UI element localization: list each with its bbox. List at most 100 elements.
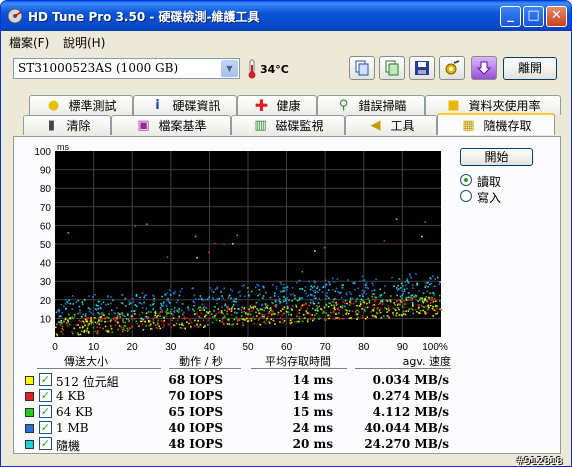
scatter-point	[407, 281, 410, 284]
scatter-point	[238, 308, 240, 310]
scatter-point	[361, 275, 364, 278]
read-radio[interactable]: 讀取	[460, 172, 540, 189]
scatter-point	[327, 297, 330, 299]
scatter-point	[170, 326, 173, 329]
scatter-point	[362, 316, 364, 319]
scatter-point	[401, 290, 404, 292]
maximize-button[interactable]: □	[523, 6, 544, 27]
scatter-point	[196, 256, 198, 259]
exit-button[interactable]: 離開	[503, 57, 557, 80]
scatter-point	[439, 300, 441, 302]
scatter-point	[202, 319, 205, 322]
series-checkbox[interactable]: ✓	[39, 437, 52, 450]
tab-random-access[interactable]: ▦ 隨機存取	[437, 113, 555, 135]
tab-folder-usage[interactable]: ■ 資料夾使用率	[425, 95, 561, 115]
write-radio[interactable]: 寫入	[460, 188, 540, 205]
scatter-point	[412, 308, 414, 311]
close-button[interactable]: ✕	[546, 6, 567, 27]
copy-text-button[interactable]	[349, 56, 375, 80]
scatter-point	[124, 297, 127, 300]
series-checkbox[interactable]: ✓	[39, 405, 52, 418]
tab-health[interactable]: ✚ 健康	[237, 95, 317, 115]
scatter-point	[361, 314, 364, 317]
scatter-point	[205, 307, 207, 309]
scatter-point	[359, 280, 361, 283]
scatter-point	[273, 292, 276, 295]
scatter-point	[405, 303, 408, 305]
scatter-point	[162, 321, 165, 323]
scatter-point	[125, 317, 128, 320]
series-checkbox[interactable]: ✓	[39, 421, 52, 434]
scatter-point	[411, 299, 414, 301]
scatter-point	[84, 315, 87, 317]
series-checkbox[interactable]: ✓	[39, 373, 52, 386]
scatter-point	[216, 297, 219, 300]
table-row: ✓ 1 MB 40 IOPS 24 ms 40.044 MB/s	[1, 420, 461, 436]
tab-tools[interactable]: ◀ 工具	[345, 115, 437, 135]
scatter-point	[371, 290, 373, 292]
drive-select[interactable]: ST31000523AS (1000 GB) ▼	[13, 58, 240, 79]
minimize-button[interactable]: _	[500, 6, 521, 27]
scatter-point	[228, 308, 231, 310]
scatter-point	[236, 323, 239, 325]
tab-erase[interactable]: ▮ 清除	[23, 115, 111, 135]
scatter-point	[233, 307, 236, 310]
scatter-point	[357, 316, 359, 319]
scatter-point	[210, 313, 213, 315]
scatter-point	[169, 294, 172, 296]
write-radio-dot[interactable]	[460, 190, 472, 202]
options-button[interactable]	[439, 56, 465, 80]
tab-disk-monitor[interactable]: ▥ 磁碟監視	[231, 115, 345, 135]
scatter-point	[290, 313, 293, 316]
scatter-point	[312, 318, 315, 320]
scatter-point	[405, 310, 407, 313]
chevron-down-icon[interactable]: ▼	[221, 60, 238, 77]
scatter-point	[265, 291, 267, 294]
scatter-point	[173, 292, 175, 295]
scatter-point	[242, 318, 245, 320]
scatter-point	[184, 327, 187, 330]
title-bar[interactable]: HD Tune Pro 3.50 - 硬碟檢測-維護工具 _ □ ✕	[1, 1, 571, 31]
scatter-point	[361, 289, 364, 292]
tab-file-benchmark[interactable]: ▣ 檔案基準	[111, 115, 231, 135]
read-radio-dot[interactable]	[460, 174, 472, 186]
scatter-point	[82, 320, 84, 323]
menu-file[interactable]: 檔案(F)	[9, 34, 49, 51]
scatter-point	[274, 298, 277, 301]
series-checkbox[interactable]: ✓	[39, 389, 52, 402]
start-button[interactable]: 開始	[460, 148, 533, 166]
y-tick-label: 80	[40, 184, 52, 195]
scatter-point	[324, 279, 327, 282]
scatter-point	[131, 318, 133, 321]
scatter-point	[431, 307, 434, 310]
tab-benchmark[interactable]: ● 標準測試	[29, 95, 133, 115]
tab-info[interactable]: i 硬碟資訊	[133, 95, 237, 115]
table-row: ✓ 512 位元組 68 IOPS 14 ms 0.034 MB/s	[1, 372, 461, 389]
scatter-point	[131, 297, 134, 300]
scatter-point	[158, 325, 161, 328]
scatter-point	[363, 279, 366, 281]
scatter-point	[94, 330, 97, 333]
scatter-point	[314, 281, 317, 284]
scatter-point	[311, 314, 313, 316]
scatter-point	[406, 287, 408, 290]
copy-screenshot-button[interactable]	[379, 56, 405, 80]
scatter-point	[314, 290, 316, 292]
scatter-point	[97, 311, 99, 314]
scatter-point	[82, 313, 84, 316]
scatter-point	[317, 309, 319, 312]
scatter-point	[61, 327, 64, 330]
scatter-point	[289, 319, 292, 321]
tab-error-scan[interactable]: ⚲ 錯誤掃瞄	[317, 95, 425, 115]
scatter-point	[351, 310, 354, 313]
scatter-point	[221, 295, 223, 297]
scatter-point	[327, 305, 330, 308]
avg-speed-value: 0.274 MB/s	[372, 389, 449, 403]
download-button[interactable]	[471, 56, 497, 80]
menu-help[interactable]: 說明(H)	[63, 34, 105, 51]
scatter-point	[334, 318, 336, 320]
scatter-point	[103, 314, 105, 316]
scatter-point	[250, 313, 252, 316]
save-button[interactable]	[409, 56, 435, 80]
iops-value: 68 IOPS	[168, 373, 223, 387]
